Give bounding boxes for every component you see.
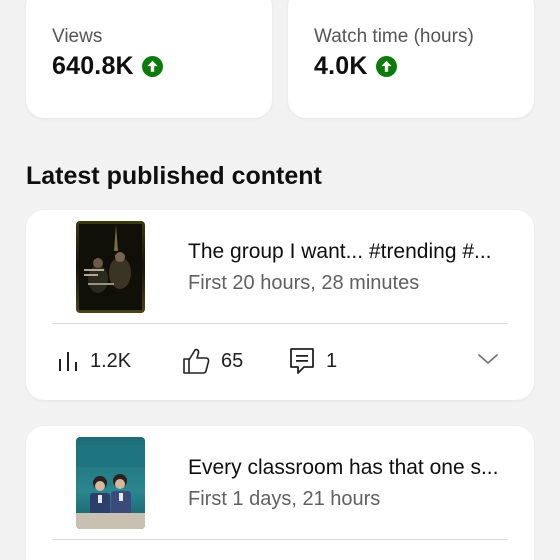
bar-chart-icon [59,352,77,371]
watch-time-stat-card[interactable]: Watch time (hours) 4.0K [288,0,534,118]
arrow-up-circle-icon [375,56,397,77]
likes-metric: 65 [181,346,288,376]
chevron-down-icon[interactable] [476,351,500,367]
watch-time-label: Watch time (hours) [314,26,474,47]
watch-time-value-row: 4.0K [314,52,397,81]
watch-time-value: 4.0K [314,52,368,80]
views-value-row: 640.8K [52,52,163,81]
comments-metric: 1 [288,346,337,376]
content-card[interactable]: The group I want... #trending #... First… [26,210,534,400]
content-card[interactable]: Every classroom has that one s... First … [26,426,534,560]
arrow-up-circle-icon [141,56,163,77]
views-label: Views [52,26,103,47]
likes-count: 65 [221,349,244,372]
video-thumbnail[interactable] [76,437,145,529]
section-title: Latest published content [26,162,322,190]
video-title[interactable]: The group I want... #trending #... [188,240,508,264]
divider [52,539,508,540]
divider [52,323,508,324]
analytics-page: Views 640.8K Watch time (hours) 4.0K Lat… [0,0,560,560]
views-count: 1.2K [90,349,132,372]
thumbs-up-icon [183,348,210,374]
views-stat-card[interactable]: Views 640.8K [26,0,272,118]
video-thumbnail[interactable] [76,221,145,313]
video-age: First 1 days, 21 hours [188,488,381,510]
comments-count: 1 [326,349,338,372]
metrics-row: 1.2K 65 1 [56,346,337,376]
comment-icon [290,348,314,374]
views-value: 640.8K [52,52,134,80]
video-age: First 20 hours, 28 minutes [188,272,420,294]
video-title[interactable]: Every classroom has that one s... [188,456,508,480]
views-metric: 1.2K [56,349,181,373]
